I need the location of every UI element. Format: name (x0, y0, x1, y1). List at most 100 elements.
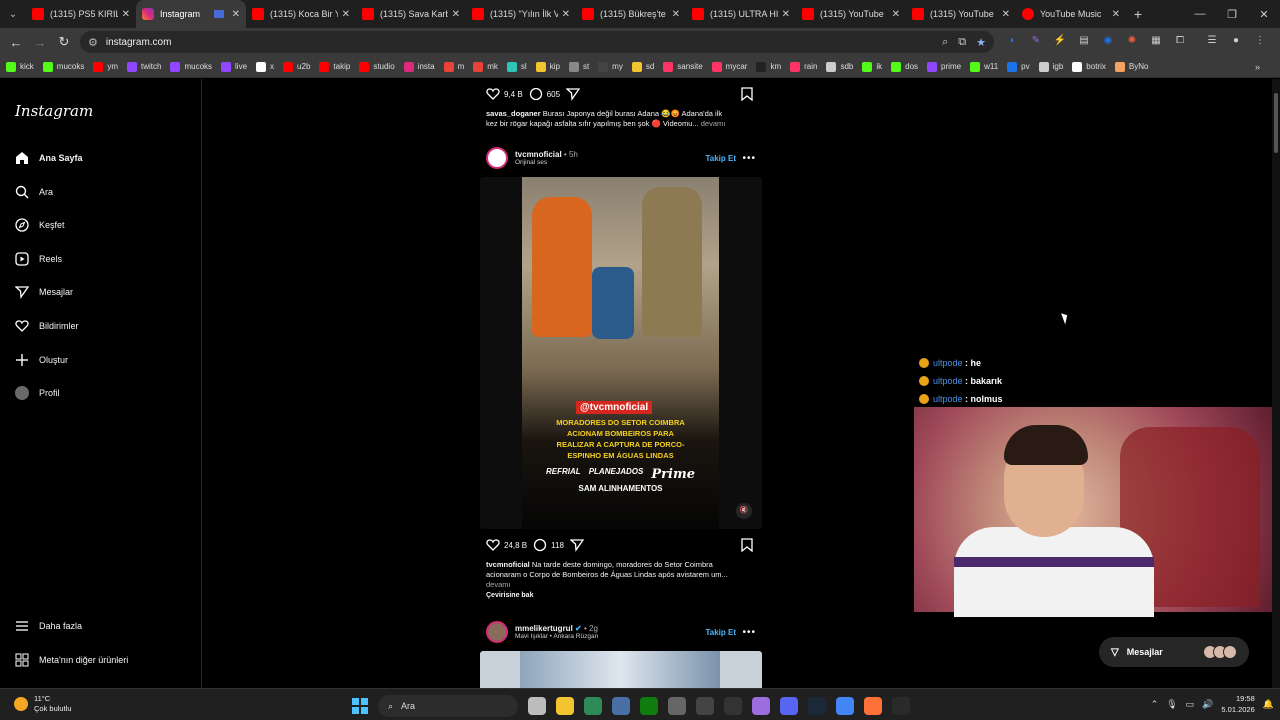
follow-button[interactable]: Takip Et (705, 154, 736, 163)
close-tab-icon[interactable]: ✕ (672, 9, 680, 20)
close-tab-icon[interactable]: ✕ (892, 9, 900, 20)
sidebar-item-messages[interactable]: Mesajlar (14, 283, 73, 301)
volume-icon[interactable]: 🔊 (1202, 699, 1213, 710)
new-tab-button[interactable]: + (1126, 6, 1150, 22)
bookmark-item[interactable]: mucoks (42, 61, 84, 72)
browser-tab[interactable]: (1315) PS5 KIRILD ✕ (26, 0, 136, 28)
network-icon[interactable]: ▭ (1186, 699, 1195, 710)
bookmark-item[interactable]: sl (506, 61, 527, 72)
bookmark-item[interactable]: sd (631, 61, 654, 72)
post-audio[interactable]: Mavi Işıklar • Ankara Rüzgarı (515, 633, 599, 640)
sidebar-toggle-icon[interactable]: ☰ (1204, 33, 1220, 49)
site-info-icon[interactable]: ⚙ (88, 36, 98, 49)
bookmark-item[interactable]: mycar (711, 61, 747, 72)
sidebar-item-notifications[interactable]: Bildirimler (14, 317, 79, 335)
bookmark-star-icon[interactable]: ★ (976, 36, 986, 49)
bookmark-item[interactable]: insta (403, 61, 435, 72)
like-icon[interactable] (486, 87, 500, 101)
bookmark-item[interactable]: botrix (1072, 61, 1106, 72)
browser-tab[interactable]: (1315) ULTRA HIZ ✕ (686, 0, 796, 28)
post-media[interactable] (480, 651, 762, 688)
save-icon[interactable] (740, 538, 754, 552)
messages-button[interactable]: ▽ Mesajlar (1099, 637, 1249, 667)
caption-more-link[interactable]: devamı (486, 580, 511, 589)
browser-tab[interactable]: (1315) Sava Karbo ✕ (356, 0, 466, 28)
browser-tab[interactable]: Instagram ✕ (136, 0, 246, 28)
extensions-puzzle-icon[interactable]: ⧠ (1172, 33, 1188, 49)
reload-button[interactable]: ↻ (52, 34, 76, 50)
close-tab-icon[interactable]: ✕ (342, 9, 350, 20)
address-bar[interactable]: ⚙ instagram.com ⌕ ⧉ ★ (80, 31, 994, 53)
bookmark-item[interactable]: km (756, 61, 781, 72)
browser-tab[interactable]: (1315) YouTube ✕ (906, 0, 1016, 28)
bookmark-item[interactable]: kick (6, 61, 34, 72)
sidebar-item-home[interactable]: Ana Sayfa (14, 149, 83, 167)
page-scrollbar[interactable] (1272, 79, 1280, 688)
app-icon[interactable] (752, 697, 770, 715)
bookmark-item[interactable]: ByNo (1114, 61, 1148, 72)
start-button[interactable] (352, 698, 368, 714)
bookmark-item[interactable]: u2b (283, 61, 310, 72)
bookmark-item[interactable]: m (443, 61, 464, 72)
back-button[interactable]: ← (4, 35, 28, 50)
avatar[interactable] (486, 621, 508, 643)
bookmark-item[interactable]: pv (1007, 61, 1030, 72)
like-icon[interactable] (486, 538, 500, 552)
sidebar-item-more[interactable]: Daha fazla (14, 617, 82, 635)
bookmark-item[interactable]: rain (790, 61, 817, 72)
bookmark-item[interactable]: sansite (663, 61, 703, 72)
more-bookmarks-icon[interactable]: » (1255, 62, 1260, 72)
discord-icon[interactable] (780, 697, 798, 715)
bookmark-item[interactable]: mucoks (170, 61, 212, 72)
close-tab-icon[interactable]: ✕ (232, 9, 240, 20)
store-icon[interactable] (584, 697, 602, 715)
sidebar-item-search[interactable]: Ara (14, 183, 53, 201)
extension-icon[interactable]: ✺ (1124, 33, 1140, 49)
close-tab-icon[interactable]: ✕ (1112, 9, 1120, 20)
notification-icon[interactable]: 🔔 (1263, 699, 1274, 710)
close-tab-icon[interactable]: ✕ (452, 9, 460, 20)
browser-tab[interactable]: YouTube Music ✕ (1016, 0, 1126, 28)
follow-button[interactable]: Takip Et (705, 628, 736, 637)
bookmark-item[interactable]: sdb (826, 61, 853, 72)
bookmark-item[interactable]: prime (927, 61, 961, 72)
tray-chevron-icon[interactable]: ⌃ (1151, 699, 1159, 710)
browser-menu-icon[interactable]: ⋮ (1252, 33, 1268, 49)
tab-media-icon[interactable] (213, 10, 224, 18)
extension-icon[interactable]: ▤ (1076, 33, 1092, 49)
bookmark-item[interactable]: live (221, 61, 247, 72)
minimize-button[interactable]: — (1184, 8, 1216, 20)
mute-icon[interactable]: 🔇 (736, 503, 752, 519)
browser-tab[interactable]: (1315) "Yılın İlk V ✕ (466, 0, 576, 28)
more-options-icon[interactable]: ••• (742, 153, 756, 164)
bookmark-item[interactable]: x (256, 61, 274, 72)
file-explorer-icon[interactable] (556, 697, 574, 715)
close-tab-icon[interactable]: ✕ (122, 9, 130, 20)
extension-icon[interactable]: ◗ (1004, 33, 1020, 49)
task-view-icon[interactable] (528, 697, 546, 715)
chrome-icon[interactable] (836, 697, 854, 715)
close-tab-icon[interactable]: ✕ (1002, 9, 1010, 20)
steam-icon[interactable] (808, 697, 826, 715)
post-username[interactable]: mmelikertugrul (515, 624, 573, 633)
bookmark-item[interactable]: ik (862, 61, 882, 72)
bookmark-item[interactable]: kip (535, 61, 560, 72)
see-translation-link[interactable]: Çevirisine bak (480, 590, 762, 601)
extension-icon[interactable]: ⚡ (1052, 33, 1068, 49)
xbox-icon[interactable] (640, 697, 658, 715)
share-icon[interactable] (566, 87, 581, 101)
app-icon[interactable] (696, 697, 714, 715)
caption-username[interactable]: savas_doganer (486, 109, 541, 118)
extension-icon[interactable]: ◉ (1100, 33, 1116, 49)
sidebar-item-create[interactable]: Oluştur (14, 351, 68, 369)
microphone-icon[interactable]: 🎙 (1166, 699, 1177, 710)
app-icon[interactable] (668, 697, 686, 715)
sidebar-item-profile[interactable]: Profil (14, 384, 60, 402)
zoom-icon[interactable]: ⌕ (942, 36, 948, 49)
bookmark-item[interactable]: twitch (127, 61, 161, 72)
bookmark-item[interactable]: studio (359, 61, 395, 72)
browser-tab[interactable]: (1315) Bükreş'te (✕ (576, 0, 686, 28)
bookmark-item[interactable]: my (598, 61, 623, 72)
bookmark-item[interactable]: ym (93, 61, 118, 72)
post-video[interactable]: @tvcmnoficial MORADORES DO SETOR COIMBRA… (480, 177, 762, 529)
